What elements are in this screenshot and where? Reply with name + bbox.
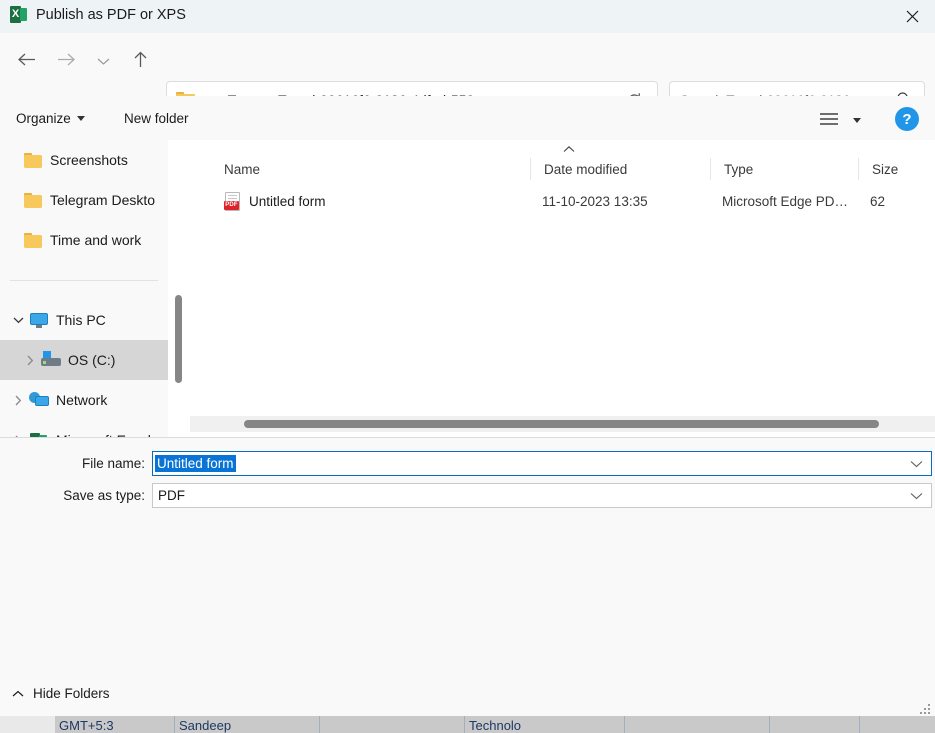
excel-icon: X (10, 6, 27, 23)
file-list: Name Date modified Type Size PDF Untitle… (190, 140, 935, 437)
navigation-pane: Screenshots Telegram Deskto Time and wor… (0, 140, 168, 437)
folder-icon (22, 231, 44, 249)
column-divider[interactable] (858, 158, 859, 180)
save-as-type-select[interactable]: PDF (152, 483, 932, 508)
file-name-label: Untitled form (249, 193, 326, 209)
up-arrow-icon (133, 51, 148, 71)
save-as-type-value: PDF (158, 488, 185, 503)
sidebar-item-label: Network (56, 392, 108, 408)
forward-button[interactable] (48, 43, 84, 79)
chevron-down-icon[interactable] (8, 316, 28, 324)
spreadsheet-cell: Sandeep (175, 716, 320, 733)
sidebar-item-label: Time and work (50, 232, 142, 248)
chevron-down-icon (97, 54, 110, 69)
column-headers: Name Date modified Type Size (190, 154, 935, 184)
chevron-down-icon (76, 115, 85, 121)
hide-folders-label: Hide Folders (33, 685, 110, 701)
sidebar-item-this-pc[interactable]: This PC (0, 300, 168, 340)
sidebar-item-label: Telegram Deskto (50, 192, 156, 208)
view-options-button[interactable] (812, 106, 846, 134)
date-modified-cell: 11-10-2023 13:35 (542, 193, 648, 209)
column-header-label: Name (224, 161, 261, 177)
column-header-type[interactable]: Type (712, 154, 860, 184)
file-name-dropdown[interactable] (910, 452, 923, 475)
command-bar: Organize New folder (0, 96, 935, 140)
sidebar-item-label: This PC (56, 312, 106, 328)
column-divider[interactable] (530, 158, 531, 180)
chevron-right-icon[interactable] (8, 395, 28, 406)
this-pc-icon (28, 311, 50, 329)
back-button[interactable] (8, 43, 44, 79)
close-button[interactable] (889, 0, 935, 33)
table-row[interactable]: PDF Untitled form 11-10-2023 13:35 Micro… (190, 184, 935, 218)
view-options-icon (819, 112, 839, 129)
chevron-down-icon (910, 460, 923, 467)
sidebar-item-time-and-work[interactable]: Time and work (0, 220, 168, 260)
hide-folders-button[interactable]: Hide Folders (8, 680, 114, 706)
navigation-bar: « › Temp › Tempb09616f6-0136-4dfe-b550-…… (0, 33, 935, 119)
sidebar-item-os-c[interactable]: OS (C:) (0, 340, 168, 380)
window-title: Publish as PDF or XPS (36, 6, 186, 23)
back-arrow-icon (17, 52, 36, 70)
column-header-label: Date modified (544, 161, 628, 177)
resize-grip[interactable] (920, 704, 932, 716)
type-cell: Microsoft Edge PD… (722, 193, 849, 209)
browser-body: Screenshots Telegram Deskto Time and wor… (0, 140, 935, 437)
column-header-label: Size (872, 161, 899, 177)
column-header-label: Type (724, 161, 754, 177)
spreadsheet-cell (770, 716, 860, 733)
chevron-down-icon (910, 492, 923, 499)
folder-icon (22, 151, 44, 169)
close-icon (906, 10, 919, 23)
spreadsheet-cell (320, 716, 465, 733)
file-name-value: Untitled form (155, 455, 236, 472)
title-bar-left: X Publish as PDF or XPS (10, 6, 186, 23)
new-folder-label: New folder (124, 110, 189, 126)
drive-icon (40, 351, 62, 369)
chevron-down-icon (853, 117, 861, 123)
spreadsheet-cell: Technolo (465, 716, 625, 733)
file-name-cell[interactable]: PDF Untitled form (224, 184, 326, 218)
publish-dialog: X Publish as PDF or XPS Organize New fol… (0, 0, 935, 716)
organize-button[interactable]: Organize (10, 104, 91, 132)
help-button[interactable]: ? (895, 107, 919, 131)
forward-arrow-icon (57, 52, 76, 70)
pdf-file-icon: PDF (224, 191, 241, 211)
new-folder-button[interactable]: New folder (118, 104, 195, 132)
title-bar: X Publish as PDF or XPS (0, 0, 935, 33)
sidebar-item-microsoft-excel[interactable]: Microsoft Excel (0, 420, 168, 437)
chevron-up-icon (12, 686, 24, 701)
save-as-type-label: Save as type: (63, 488, 145, 503)
size-cell: 62 (870, 193, 886, 209)
chevron-right-icon[interactable] (20, 355, 40, 366)
folder-icon (22, 191, 44, 209)
sidebar-scrollbar-track[interactable] (174, 140, 184, 437)
column-header-size[interactable]: Size (860, 154, 935, 184)
recent-locations-button[interactable] (86, 43, 120, 79)
column-header-date-modified[interactable]: Date modified (532, 154, 712, 184)
sidebar-separator (10, 280, 158, 281)
sidebar-item-telegram-desktop[interactable]: Telegram Deskto (0, 180, 168, 220)
sidebar-item-label: Screenshots (50, 152, 128, 168)
sidebar-item-label: OS (C:) (68, 352, 116, 368)
spreadsheet-cell: GMT+5:3 (55, 716, 175, 733)
sidebar-item-screenshots[interactable]: Screenshots (0, 140, 168, 180)
up-button[interactable] (122, 43, 158, 79)
help-label: ? (902, 110, 912, 128)
organize-label: Organize (16, 110, 71, 126)
column-header-name[interactable]: Name (212, 154, 532, 184)
file-name-input[interactable]: Untitled form (152, 451, 932, 476)
sidebar-scrollbar-thumb[interactable] (175, 295, 182, 383)
save-as-type-dropdown[interactable] (910, 484, 923, 507)
network-icon (28, 391, 50, 409)
spreadsheet-cell (860, 716, 935, 733)
file-name-label: File name: (81, 456, 145, 471)
spreadsheet-cell (625, 716, 770, 733)
background-spreadsheet: GMT+5:3 Sandeep Technolo (0, 716, 935, 733)
sidebar-item-network[interactable]: Network (0, 380, 168, 420)
view-options-caret[interactable] (848, 106, 866, 134)
file-list-scrollbar-thumb[interactable] (244, 420, 879, 428)
column-divider[interactable] (710, 158, 711, 180)
dialog-footer: Hide Folders Tools Publish Cancel (0, 670, 935, 716)
